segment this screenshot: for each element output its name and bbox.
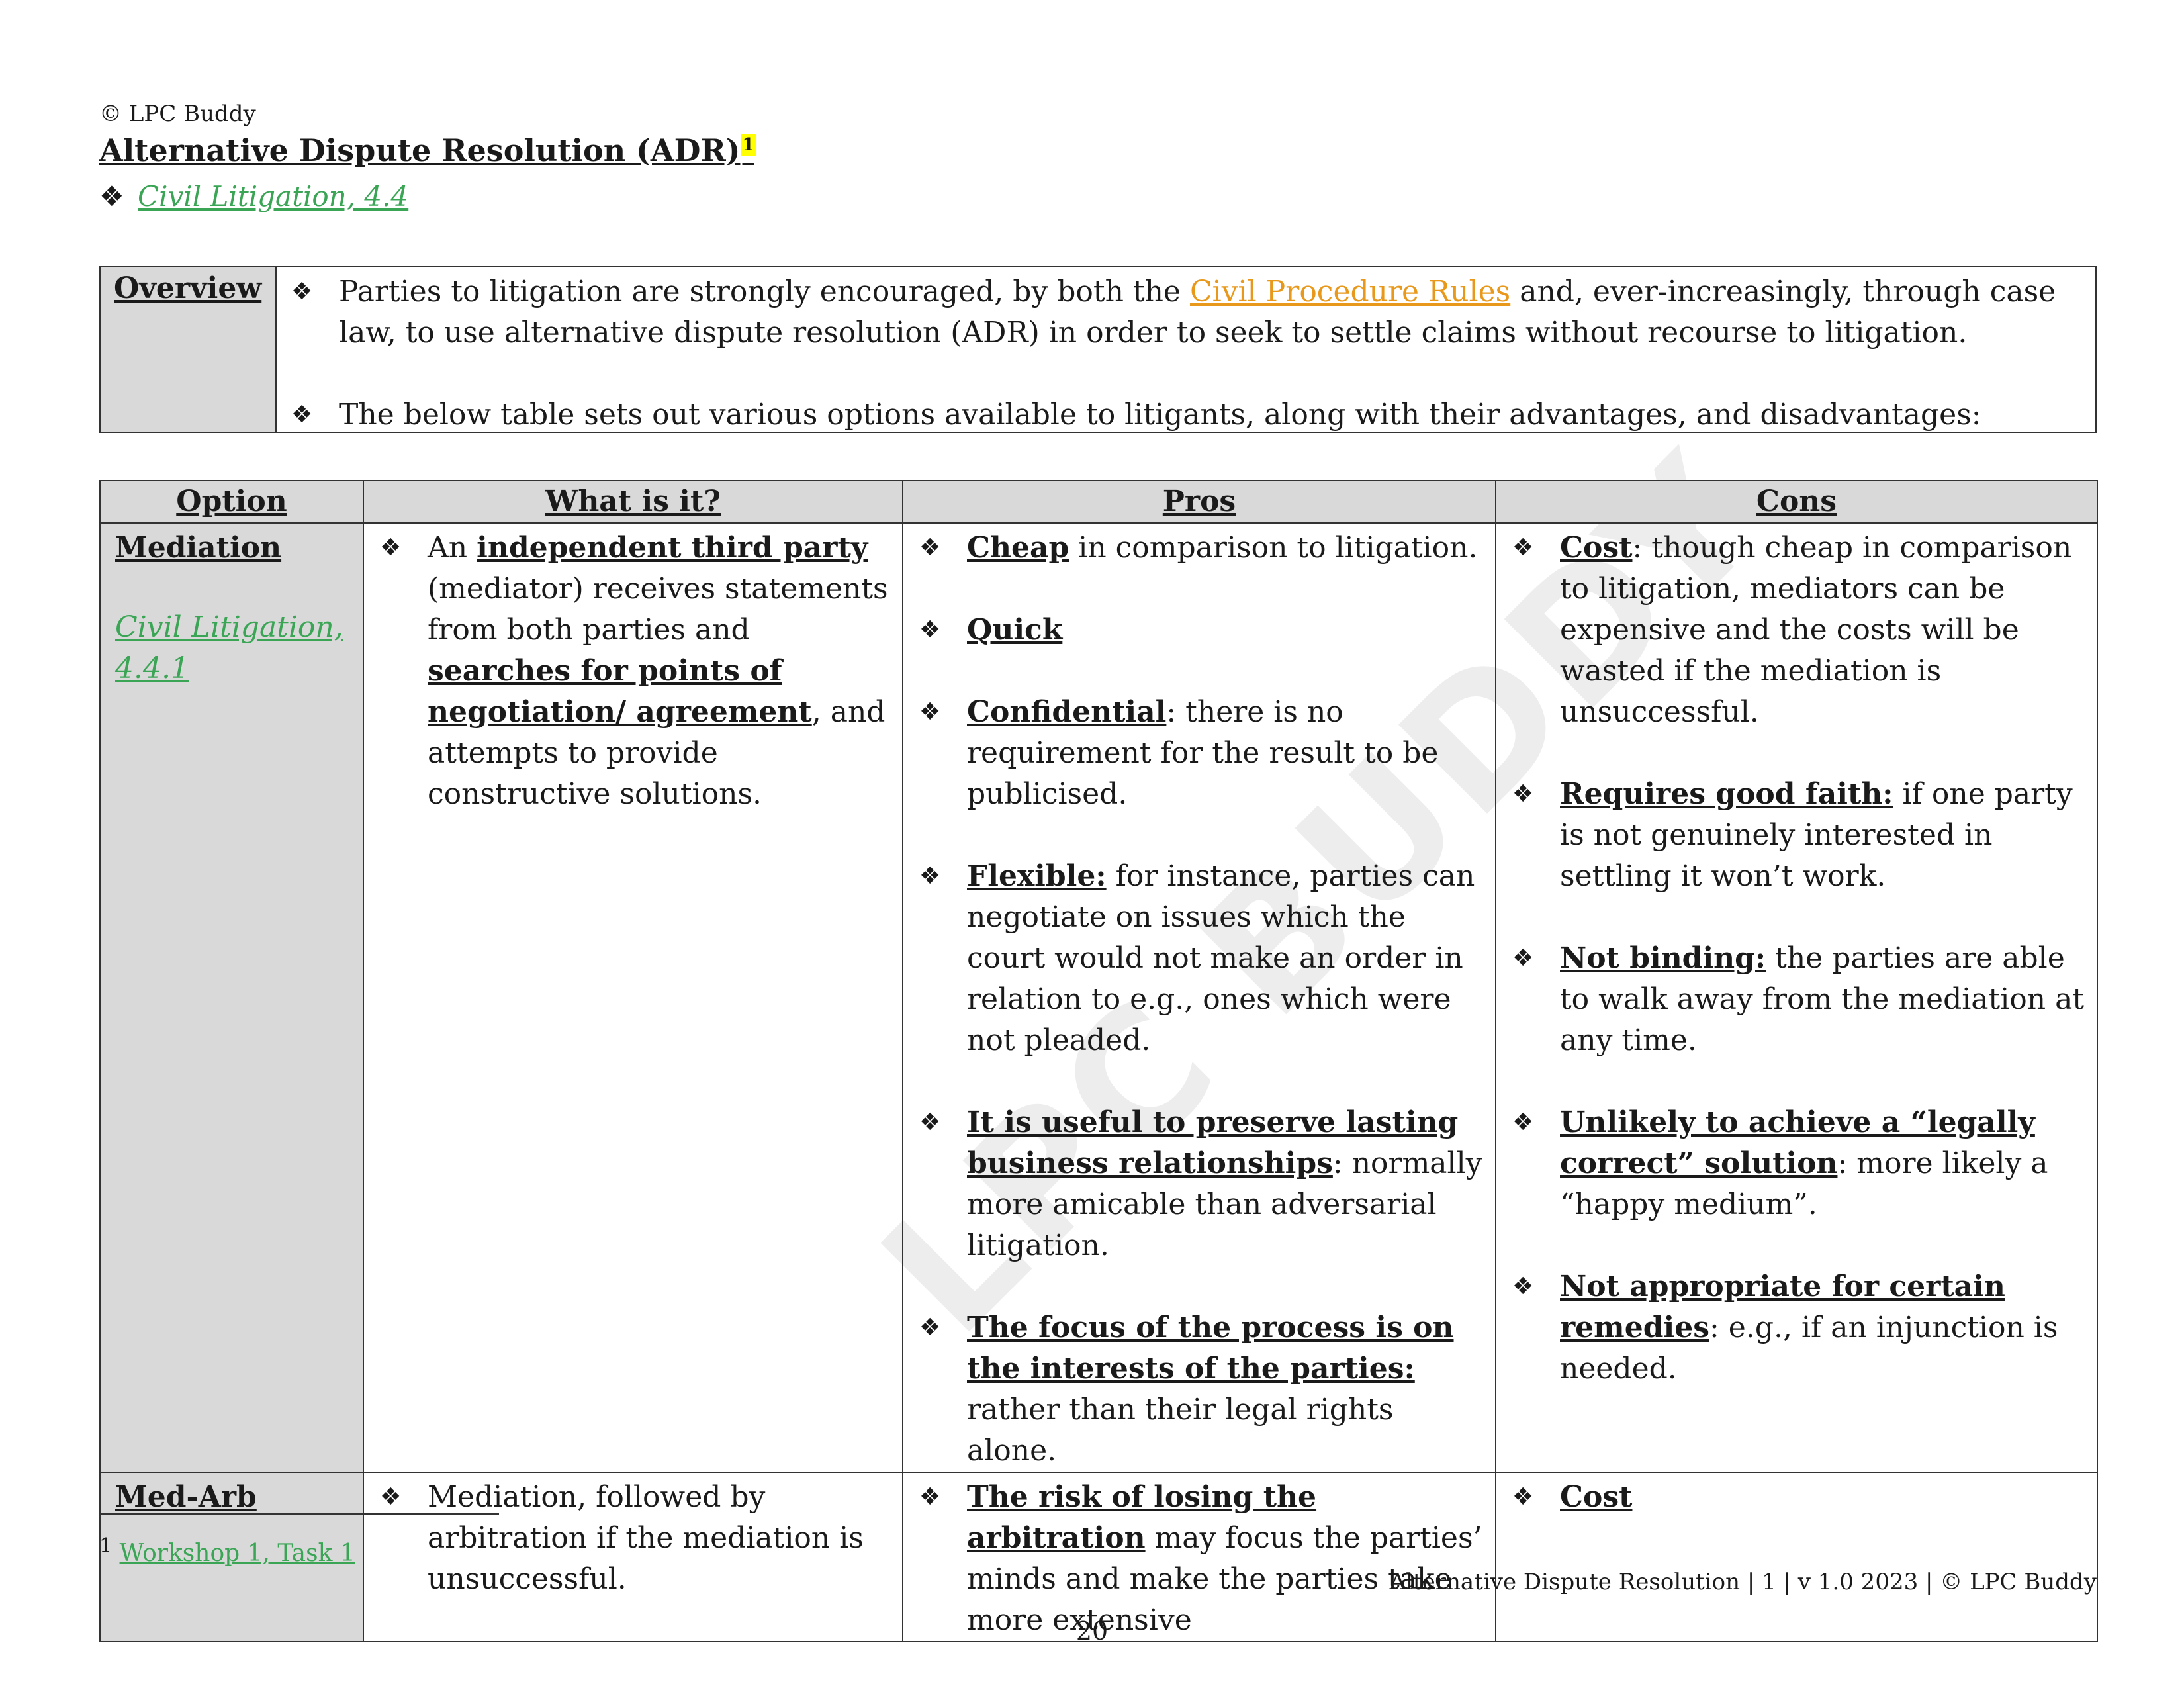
overview-box: Overview ❖ Parties to litigation are str… xyxy=(99,266,2097,433)
item-bold: Cost xyxy=(1560,531,1633,565)
what-cell: ❖ An independent third party (mediator) … xyxy=(363,522,903,1473)
civil-procedure-rules-link[interactable]: Civil Procedure Rules xyxy=(1190,275,1510,308)
item-bold: Quick xyxy=(967,613,1063,647)
workshop-link[interactable]: Workshop 1, Task 1 xyxy=(120,1540,355,1567)
item-text: An xyxy=(428,531,477,565)
bullet-icon: ❖ xyxy=(380,1483,402,1511)
item-bold: independent third party xyxy=(477,531,868,565)
item-bold: Not binding: xyxy=(1560,941,1766,975)
bullet-icon: ❖ xyxy=(291,278,313,305)
con-item: ❖ Requires good faith: if one party is no… xyxy=(1512,774,2086,897)
page-number: 20 xyxy=(1075,1617,1109,1646)
bullet-icon: ❖ xyxy=(919,698,941,726)
pro-item: ❖ Quick xyxy=(919,610,1484,651)
header-cons: Cons xyxy=(1495,480,2098,524)
option-name: Mediation xyxy=(115,531,282,565)
con-item: ❖ Cost: though cheap in comparison to lit… xyxy=(1512,528,2086,733)
overview-text: Parties to litigation are strongly encou… xyxy=(339,275,1190,308)
pro-item: ❖ Flexible: for instance, parties can neg… xyxy=(919,856,1484,1061)
con-item: ❖ Not appropriate for certain remedies: e… xyxy=(1512,1266,2086,1389)
bullet-icon: ❖ xyxy=(1512,945,1534,972)
bullet-icon: ❖ xyxy=(919,616,941,643)
item-bold: Cheap xyxy=(967,531,1069,565)
title-text: Alternative Dispute Resolution (ADR) xyxy=(99,132,741,168)
pro-item: ❖ Confidential: there is no requirement f… xyxy=(919,692,1484,815)
item-text: in comparison to litigation. xyxy=(1069,531,1478,565)
bullet-icon: ❖ xyxy=(1512,1273,1534,1300)
adr-options-table: Option What is it? Pros Cons Mediation C… xyxy=(99,480,2098,1642)
option-name: Med-Arb xyxy=(115,1480,257,1514)
bullet-icon: ❖ xyxy=(1512,1483,1534,1511)
list-item: ❖ Mediation, followed by arbitration if t… xyxy=(380,1477,891,1600)
civil-litigation-link[interactable]: Civil Litigation, 4.4 xyxy=(138,180,408,212)
bullet-icon: ❖ xyxy=(99,180,124,212)
item-bold: Cost xyxy=(1560,1480,1633,1514)
overview-text: The below table sets out various options… xyxy=(339,398,1981,432)
item-text: : though cheap in comparison to litigati… xyxy=(1560,531,2072,729)
item-bold: Requires good faith: xyxy=(1560,777,1893,811)
bullet-icon: ❖ xyxy=(1512,534,1534,561)
pro-item: ❖ Cheap in comparison to litigation. xyxy=(919,528,1484,569)
bullet-icon: ❖ xyxy=(1512,780,1534,808)
bullet-icon: ❖ xyxy=(919,1109,941,1136)
pro-item: ❖ It is useful to preserve lasting busine… xyxy=(919,1102,1484,1266)
table-row-mediation: Mediation Civil Litigation, 4.4.1 ❖ An i… xyxy=(99,522,2098,1473)
header-what-is-it: What is it? xyxy=(363,480,903,524)
header-pros: Pros xyxy=(902,480,1496,524)
overview-label: Overview xyxy=(101,267,277,432)
footnote: 1 Workshop 1, Task 1 xyxy=(99,1534,355,1567)
bullet-icon: ❖ xyxy=(1512,1109,1534,1136)
bullet-icon: ❖ xyxy=(919,534,941,561)
footnote-marker: 1 xyxy=(99,1534,113,1558)
page-footer: Alternative Dispute Resolution | 1 | v 1… xyxy=(1389,1569,2097,1595)
header-option: Option xyxy=(99,480,364,524)
bullet-icon: ❖ xyxy=(919,1314,941,1341)
section-link-row: ❖ Civil Litigation, 4.4 xyxy=(99,180,408,212)
item-bold: Flexible: xyxy=(967,859,1107,893)
item-text: Mediation, followed by arbitration if th… xyxy=(428,1480,864,1596)
overview-bullet: ❖ The below table sets out various optio… xyxy=(291,395,2082,436)
con-item: ❖ Not binding: the parties are able to wa… xyxy=(1512,938,2086,1061)
item-text: (mediator) receives statements from both… xyxy=(428,572,888,647)
overview-body: ❖ Parties to litigation are strongly enc… xyxy=(277,267,2095,432)
bullet-icon: ❖ xyxy=(919,863,941,890)
item-bold: searches for points of negotiation/ agre… xyxy=(428,654,812,729)
pro-item: ❖ The focus of the process is on the inte… xyxy=(919,1307,1484,1472)
con-item: ❖ Cost xyxy=(1512,1477,2086,1518)
pros-cell: ❖ Cheap in comparison to litigation. ❖ Qui… xyxy=(902,522,1496,1473)
item-bold: The focus of the process is on the inter… xyxy=(967,1311,1454,1385)
footnote-reference[interactable]: 1 xyxy=(740,133,756,156)
copyright-notice: © LPC Buddy xyxy=(99,101,256,127)
item-bold: Confidential xyxy=(967,695,1167,729)
overview-bullet: ❖ Parties to litigation are strongly enc… xyxy=(291,271,2082,353)
bullet-icon: ❖ xyxy=(291,401,313,428)
footnote-divider xyxy=(99,1513,499,1515)
document-title: Alternative Dispute Resolution (ADR) 1 xyxy=(99,132,756,168)
cons-cell: ❖ Cost: though cheap in comparison to lit… xyxy=(1495,522,2098,1473)
bullet-icon: ❖ xyxy=(380,534,402,561)
option-cell: Mediation Civil Litigation, 4.4.1 xyxy=(99,522,364,1473)
table-header-row: Option What is it? Pros Cons xyxy=(99,480,2098,524)
list-item: ❖ An independent third party (mediator) … xyxy=(380,528,891,815)
item-text: rather than their legal rights alone. xyxy=(967,1393,1394,1468)
con-item: ❖ Unlikely to achieve a “legally correct”… xyxy=(1512,1102,2086,1225)
mediation-link[interactable]: Civil Litigation, 4.4.1 xyxy=(115,607,348,689)
